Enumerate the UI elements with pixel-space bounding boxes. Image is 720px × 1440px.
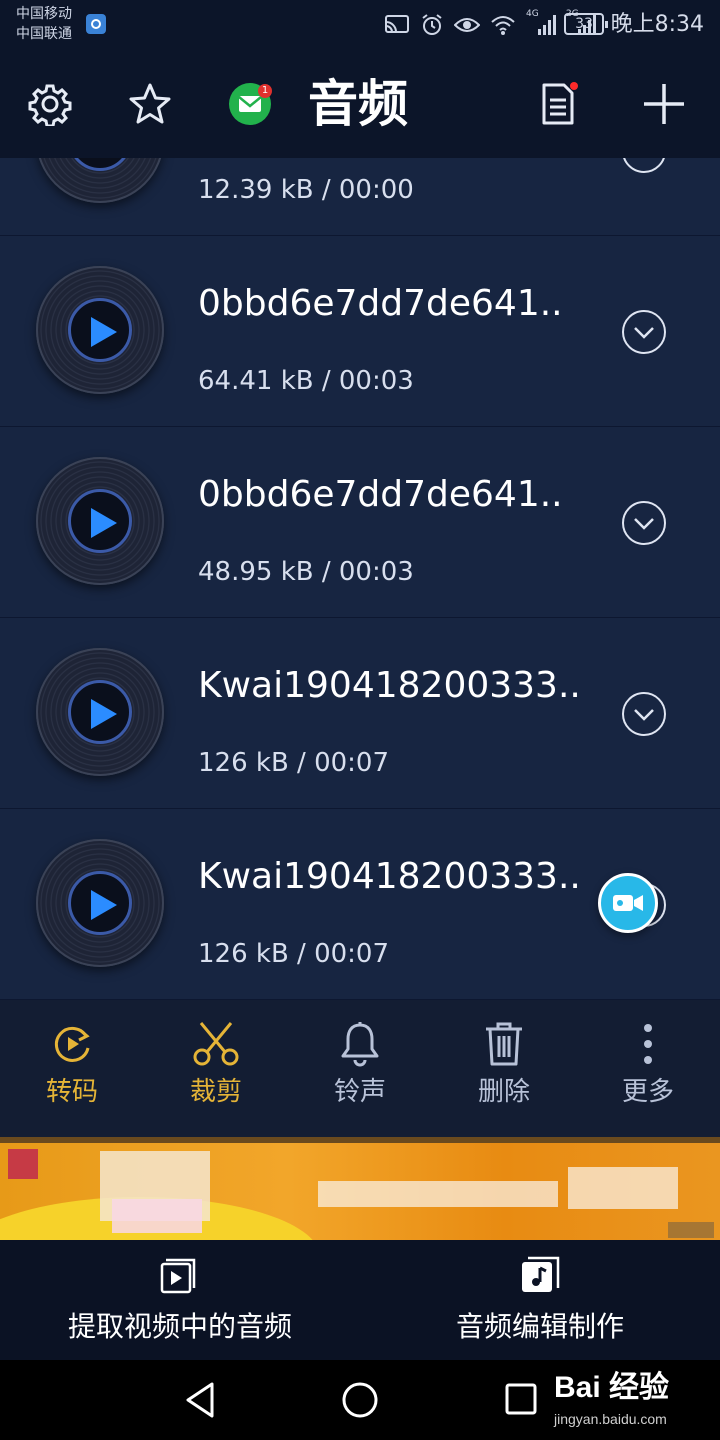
expand-chevron-button[interactable] [622,692,666,736]
file-title: 0bbd6e7dd7de641.. [198,283,563,324]
star-icon[interactable] [122,76,178,132]
carrier-2: 中国联通 [16,26,72,42]
document-icon[interactable] [530,76,586,132]
ringtone-button[interactable]: 铃声 [288,1000,432,1137]
action-label: 更多 [621,1077,674,1107]
clock: 晚上8:34 [610,12,704,37]
page-title: 音频 [308,75,408,133]
back-icon[interactable] [182,1380,222,1420]
play-button[interactable] [68,489,132,553]
mail-badge: 1 [258,84,272,98]
notification-dot [570,82,578,90]
action-bar: 转码 裁剪 铃声 删除 更多 [0,1000,720,1137]
extract-audio-from-video-button[interactable]: 提取视频中的音频 [0,1240,360,1360]
trash-icon [480,1020,528,1068]
expand-chevron-button[interactable] [622,501,666,545]
watermark-main: Bai 经验 [554,1371,670,1404]
action-label: 删除 [477,1077,530,1107]
video-play-icon [160,1254,200,1294]
convert-button[interactable]: 转码 [0,1000,144,1137]
more-button[interactable]: 更多 [576,1000,720,1137]
banner-logo [8,1149,38,1179]
audio-file-list[interactable]: 12.39 kB / 00:00 0bbd6e7dd7de641.. 64.41… [0,158,720,1000]
baidu-jingyan-watermark: Bai 经验 jingyan.baidu.com [548,1368,720,1434]
delete-button[interactable]: 删除 [432,1000,576,1137]
carrier-info: 中国移动 中国联通 [16,4,72,44]
signal-1-icon: 4G [526,9,556,37]
play-icon [91,699,117,729]
vinyl-disc-icon [36,648,164,776]
play-button[interactable] [68,680,132,744]
banner-text [318,1181,558,1207]
list-item[interactable]: Kwai190418200333.. 126 kB / 00:07 [0,618,720,809]
status-bar: 中国移动 中国联通 4G 2G 33 晚上8:34 [0,0,720,50]
more-icon [624,1020,672,1068]
vinyl-disc-icon [36,158,164,203]
alarm-icon [422,14,442,35]
battery-icon: 33 [564,13,608,35]
list-item[interactable]: 12.39 kB / 00:00 [0,158,720,236]
vinyl-disc-icon [36,839,164,967]
expand-chevron-button[interactable] [622,158,666,173]
play-icon [91,508,117,538]
banner-text [568,1167,678,1209]
list-item[interactable]: 0bbd6e7dd7de641.. 64.41 kB / 00:03 [0,236,720,427]
file-title: Kwai190418200333.. [198,856,581,897]
trim-button[interactable]: 裁剪 [144,1000,288,1137]
bell-icon [336,1020,384,1068]
video-camera-icon [613,895,643,911]
home-icon[interactable] [340,1380,380,1420]
network-type-1: 4G [526,9,539,19]
plus-icon[interactable] [636,76,692,132]
wifi-icon [491,16,515,35]
play-icon [91,317,117,347]
screen-record-button[interactable] [598,873,658,933]
eye-icon [454,18,480,32]
bottom-nav: 提取视频中的音频 音频编辑制作 [0,1240,720,1360]
scissors-icon [192,1020,240,1068]
ad-label [668,1222,714,1238]
carrier-1: 中国移动 [16,6,72,22]
notification-app-icon [86,14,106,34]
vinyl-disc-icon [36,266,164,394]
bottom-nav-label: 提取视频中的音频 [67,1310,292,1343]
system-navigation-bar: Bai 经验 jingyan.baidu.com [0,1360,720,1440]
action-label: 裁剪 [189,1077,242,1107]
audio-editing-button[interactable]: 音频编辑制作 [360,1240,720,1360]
file-meta: 126 kB / 00:07 [198,748,390,778]
vinyl-disc-icon [36,457,164,585]
play-button[interactable] [68,871,132,935]
play-icon [91,890,117,920]
watermark-sub: jingyan.baidu.com [554,1411,667,1427]
file-title: Kwai190418200333.. [198,665,581,706]
file-title: 0bbd6e7dd7de641.. [198,474,563,515]
list-item[interactable]: 0bbd6e7dd7de641.. 48.95 kB / 00:03 [0,427,720,618]
convert-icon [48,1020,96,1068]
mail-icon[interactable]: 1 [222,76,278,132]
recents-icon[interactable] [502,1380,542,1420]
file-meta: 48.95 kB / 00:03 [198,557,414,587]
cast-icon [385,15,409,33]
file-meta: 12.39 kB / 00:00 [198,175,414,205]
action-label: 铃声 [333,1077,386,1107]
file-meta: 126 kB / 00:07 [198,939,390,969]
music-note-icon [520,1254,560,1294]
banner-ad[interactable] [0,1137,720,1240]
play-button[interactable] [68,298,132,362]
bottom-nav-label: 音频编辑制作 [455,1310,624,1343]
banner-top-strip [0,1137,720,1143]
expand-chevron-button[interactable] [622,310,666,354]
action-label: 转码 [45,1077,98,1107]
gear-icon[interactable] [22,76,78,132]
play-button[interactable] [68,158,132,171]
top-toolbar: 1 音频 [0,50,720,158]
file-meta: 64.41 kB / 00:03 [198,366,414,396]
banner-image-block [112,1199,202,1233]
